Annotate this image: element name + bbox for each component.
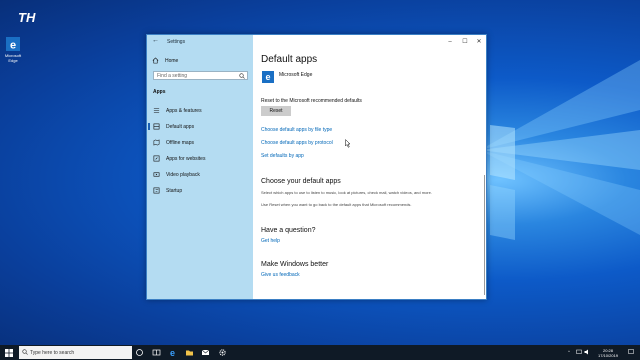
sidebar-item-label: Video playback: [166, 171, 200, 178]
file-explorer-icon[interactable]: [185, 348, 194, 357]
sidebar-item-label: Offline maps: [166, 139, 194, 146]
mail-icon[interactable]: [201, 348, 210, 357]
default-apps-icon: [153, 123, 160, 130]
nav-home-label: Home: [165, 57, 179, 64]
taskbar-search-placeholder: Type here to search: [30, 350, 75, 356]
windows-start-icon[interactable]: [5, 349, 13, 357]
sidebar-section-apps: Apps: [153, 89, 166, 95]
main-content: Default apps e Microsoft Edge Reset to t…: [261, 35, 481, 299]
sidebar-item-startup[interactable]: Startup: [153, 186, 182, 195]
link-set-defaults-by-app[interactable]: Set defaults by app: [261, 153, 304, 159]
sidebar-item-video-playback[interactable]: Video playback: [153, 170, 200, 179]
network-icon[interactable]: [576, 349, 582, 355]
search-icon: [239, 73, 245, 79]
startup-icon: [153, 187, 160, 194]
heading-have-a-question: Have a question?: [261, 227, 316, 234]
link-get-help[interactable]: Get help: [261, 238, 280, 244]
scrollbar[interactable]: [484, 175, 485, 295]
back-arrow-icon[interactable]: ←: [152, 37, 159, 44]
search-placeholder: Find a setting: [157, 73, 188, 79]
settings-icon[interactable]: [218, 348, 227, 357]
reset-button[interactable]: Reset: [261, 106, 291, 116]
page-title: Default apps: [261, 54, 318, 65]
home-icon: [152, 57, 159, 64]
reset-label: Reset to the Microsoft recommended defau…: [261, 98, 362, 104]
link-icon: [153, 155, 160, 162]
settings-window: Home Find a setting Apps Apps & features…: [146, 34, 487, 300]
volume-icon[interactable]: [584, 349, 590, 355]
svg-text:e: e: [10, 40, 16, 52]
link-give-feedback[interactable]: Give us feedback: [261, 272, 300, 278]
choose-description: Select which apps to use to listen to mu…: [261, 190, 432, 195]
sidebar-item-label: Apps for websites: [166, 155, 206, 162]
task-view-icon[interactable]: [152, 348, 161, 357]
taskbar-clock[interactable]: 20:28 17/10/2019: [598, 348, 618, 358]
video-icon: [153, 172, 160, 177]
tray-chevron-icon[interactable]: ^: [568, 349, 570, 354]
clock-date: 17/10/2019: [598, 353, 619, 358]
watermark-logo: TH: [18, 10, 36, 25]
heading-choose-default-apps: Choose your default apps: [261, 178, 341, 185]
sidebar-item-apps-for-websites[interactable]: Apps for websites: [153, 154, 205, 163]
svg-text:TH: TH: [18, 10, 36, 25]
svg-text:e: e: [170, 348, 175, 357]
sidebar: Home Find a setting Apps Apps & features…: [147, 35, 253, 299]
link-default-by-file-type[interactable]: Choose default apps by file type: [261, 127, 332, 133]
window-title: Settings: [167, 39, 186, 45]
search-icon: [22, 349, 28, 355]
sidebar-item-label: Apps & features: [166, 107, 202, 114]
edge-icon[interactable]: e: [262, 71, 274, 83]
desktop-icon-label: Microsoft Edge: [4, 53, 22, 63]
reset-description: Use Reset when you want to go back to th…: [261, 202, 412, 207]
list-icon: [153, 108, 160, 113]
sidebar-item-apps-features[interactable]: Apps & features: [153, 106, 202, 115]
edge-icon: e: [5, 36, 21, 52]
nav-home[interactable]: Home: [152, 57, 178, 64]
sidebar-item-default-apps[interactable]: Default apps: [147, 122, 195, 131]
map-icon: [153, 139, 160, 146]
settings-search-input[interactable]: Find a setting: [153, 71, 248, 80]
sidebar-item-label: Default apps: [166, 123, 195, 130]
notifications-icon[interactable]: [628, 349, 634, 355]
sidebar-item-label: Startup: [166, 187, 183, 194]
default-browser-name[interactable]: Microsoft Edge: [279, 72, 312, 78]
taskbar: Type here to search e ^ 20:28 17/10/2019: [0, 345, 640, 360]
taskbar-search-input[interactable]: Type here to search: [19, 346, 132, 359]
desktop-icon-edge[interactable]: e Microsoft Edge: [0, 36, 26, 63]
sidebar-item-offline-maps[interactable]: Offline maps: [153, 138, 194, 147]
mouse-cursor-icon: [345, 139, 351, 148]
edge-icon[interactable]: e: [168, 348, 177, 357]
cortana-icon[interactable]: [135, 348, 144, 357]
link-default-by-protocol[interactable]: Choose default apps by protocol: [261, 140, 333, 146]
heading-make-windows-better: Make Windows better: [261, 261, 329, 268]
